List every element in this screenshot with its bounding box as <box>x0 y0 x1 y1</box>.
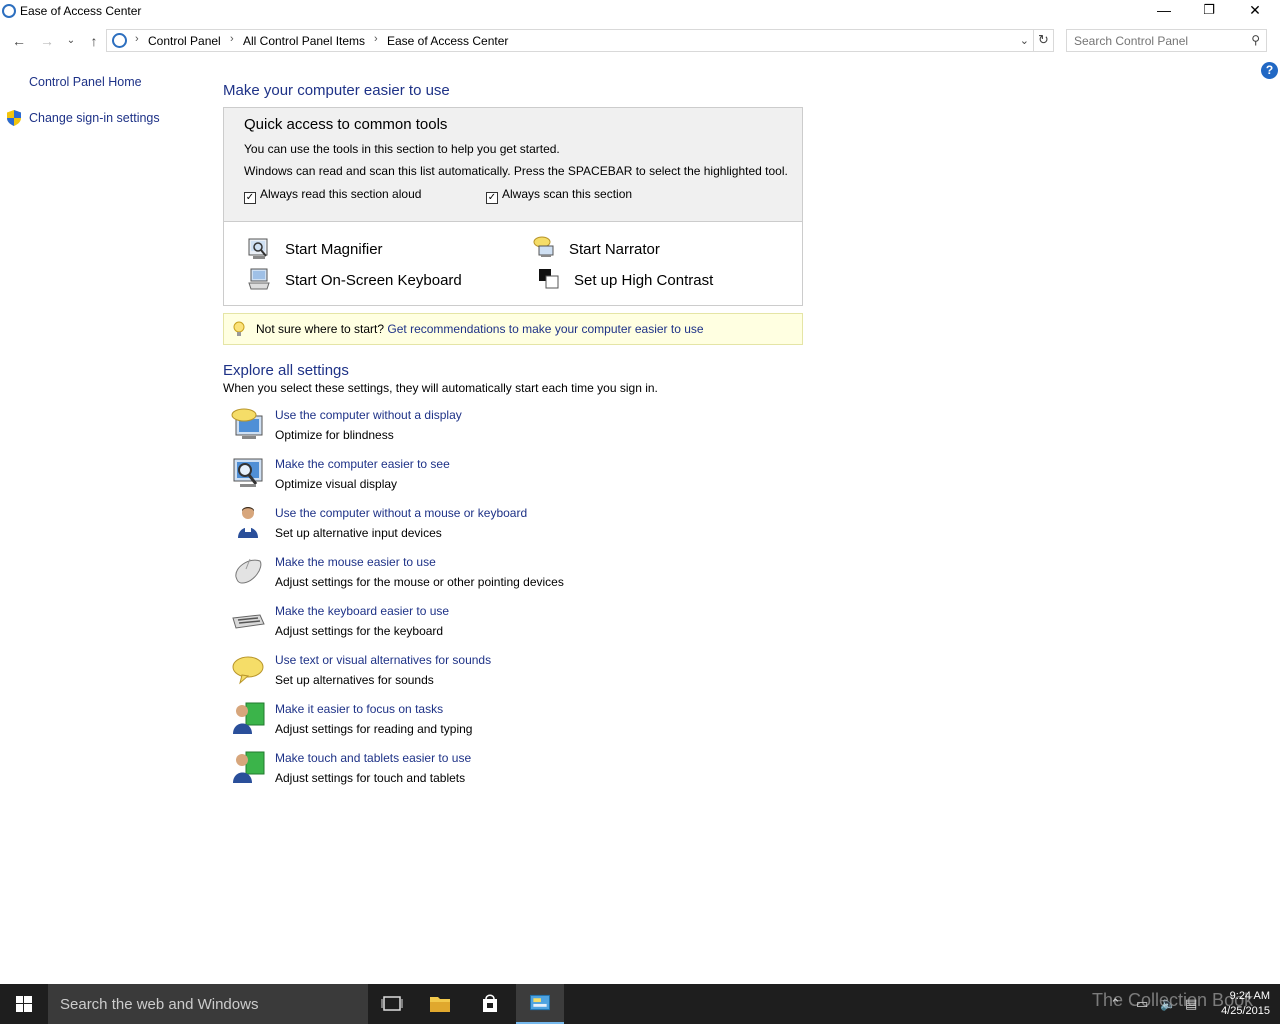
setting-mouse-easier: Make the mouse easier to use Adjust sett… <box>230 553 630 597</box>
setting-sound-alternatives: Use text or visual alternatives for soun… <box>230 651 630 695</box>
speech-bubble-icon[interactable] <box>230 651 266 687</box>
start-narrator-link[interactable]: Start Narrator <box>569 241 660 258</box>
setting-link[interactable]: Use the computer without a mouse or keyb… <box>275 506 527 520</box>
taskbar: Search the web and Windows ⌃ ▭ 🔈 ▤ The C… <box>0 984 1280 1024</box>
monitor-magnifier-icon[interactable] <box>230 455 266 491</box>
setting-without-mouse-keyboard: Use the computer without a mouse or keyb… <box>230 504 630 548</box>
person-tablet-icon[interactable] <box>230 749 266 785</box>
setting-description: Adjust settings for reading and typing <box>275 722 473 736</box>
back-arrow-icon[interactable]: ← <box>10 32 28 50</box>
taskbar-search-box[interactable]: Search the web and Windows <box>48 984 368 1024</box>
close-button[interactable]: ✕ <box>1232 0 1278 22</box>
narrator-icon[interactable] <box>533 236 555 258</box>
control-panel-taskbar-icon[interactable] <box>516 984 564 1024</box>
read-aloud-checkbox[interactable]: ✓ Always read this section aloud <box>244 187 421 204</box>
window-title: Ease of Access Center <box>20 4 142 18</box>
setting-description: Adjust settings for the mouse or other p… <box>275 575 564 589</box>
breadcrumb-separator-icon[interactable]: › <box>135 33 139 45</box>
get-recommendations-link[interactable]: Get recommendations to make your compute… <box>387 322 703 336</box>
setting-link[interactable]: Make the mouse easier to use <box>275 555 436 569</box>
checkmark-icon[interactable]: ✓ <box>244 192 256 204</box>
control-panel-home-link[interactable]: Control Panel Home <box>29 75 142 89</box>
lightbulb-icon <box>233 321 245 336</box>
address-row: ← → ⌄ ↑ › Control Panel › All Control Pa… <box>0 28 1280 54</box>
breadcrumb-all-items[interactable]: All Control Panel Items <box>243 34 365 48</box>
ease-of-access-icon <box>2 4 16 18</box>
start-on-screen-keyboard-link[interactable]: Start On-Screen Keyboard <box>285 272 462 289</box>
search-icon[interactable]: ⚲ <box>1251 33 1260 47</box>
control-panel-icon <box>112 33 127 48</box>
clock-date: 4/25/2015 <box>1221 1005 1270 1017</box>
setting-keyboard-easier: Make the keyboard easier to use Adjust s… <box>230 602 630 646</box>
forward-arrow-icon[interactable]: → <box>38 32 56 50</box>
setting-description: Adjust settings for the keyboard <box>275 624 444 638</box>
setting-description: Adjust settings for touch and tablets <box>275 771 466 785</box>
explore-settings-heading: Explore all settings <box>223 362 349 379</box>
minimize-button[interactable]: — <box>1141 0 1187 22</box>
tip-text: Not sure where to start? Get recommendat… <box>256 322 704 336</box>
breadcrumb-control-panel[interactable]: Control Panel <box>148 34 221 48</box>
monitor-speech-icon[interactable] <box>230 406 266 442</box>
checkmark-icon[interactable]: ✓ <box>486 192 498 204</box>
task-view-icon[interactable] <box>368 984 416 1024</box>
scan-section-checkbox[interactable]: ✓ Always scan this section <box>486 187 632 204</box>
up-arrow-icon[interactable]: ↑ <box>85 32 103 50</box>
help-icon[interactable]: ? <box>1261 62 1278 79</box>
setting-link[interactable]: Make the keyboard easier to use <box>275 604 449 618</box>
setting-description: Optimize for blindness <box>275 428 394 442</box>
breadcrumb-separator-icon[interactable]: › <box>230 33 234 45</box>
store-icon[interactable] <box>466 984 514 1024</box>
setting-focus-tasks: Make it easier to focus on tasks Adjust … <box>230 700 630 744</box>
set-up-high-contrast-link[interactable]: Set up High Contrast <box>574 272 713 289</box>
setting-touch-tablets: Make touch and tablets easier to use Adj… <box>230 749 630 793</box>
quick-access-intro: You can use the tools in this section to… <box>244 142 560 156</box>
recommendation-tip-bar: Not sure where to start? Get recommendat… <box>223 313 803 345</box>
setting-link[interactable]: Use text or visual alternatives for soun… <box>275 653 491 667</box>
magnifier-icon[interactable] <box>248 238 270 260</box>
setting-without-display: Use the computer without a display Optim… <box>230 406 630 450</box>
mouse-icon[interactable] <box>230 553 266 589</box>
setting-description: Set up alternatives for sounds <box>275 673 434 687</box>
high-contrast-icon[interactable] <box>538 268 560 290</box>
quick-access-panel: Quick access to common tools You can use… <box>223 107 803 306</box>
breadcrumb-separator-icon[interactable]: › <box>374 33 378 45</box>
address-bar[interactable]: › Control Panel › All Control Panel Item… <box>106 29 1034 52</box>
recent-locations-chevron-icon[interactable]: ⌄ <box>62 32 80 50</box>
person-icon[interactable] <box>230 504 266 540</box>
change-sign-in-settings-link[interactable]: Change sign-in settings <box>29 111 160 125</box>
taskbar-clock[interactable]: 9:24 AM 4/25/2015 <box>1210 989 1270 1019</box>
title-bar: Ease of Access Center — ❐ ✕ <box>0 0 1280 23</box>
search-input[interactable] <box>1074 31 1244 51</box>
setting-link[interactable]: Make it easier to focus on tasks <box>275 702 443 716</box>
setting-description: Optimize visual display <box>275 477 398 491</box>
setting-link[interactable]: Make touch and tablets easier to use <box>275 751 471 765</box>
keyboard-icon[interactable] <box>230 602 266 638</box>
on-screen-keyboard-icon[interactable] <box>248 268 270 290</box>
explore-settings-subtitle: When you select these settings, they wil… <box>223 381 658 395</box>
search-box[interactable]: ⚲ <box>1066 29 1267 52</box>
address-dropdown-icon[interactable]: ⌄ <box>1020 34 1029 47</box>
maximize-button[interactable]: ❐ <box>1186 0 1232 22</box>
setting-description: Set up alternative input devices <box>275 526 442 540</box>
breadcrumb-ease-of-access[interactable]: Ease of Access Center <box>387 34 508 48</box>
person-screen-icon[interactable] <box>230 700 266 736</box>
file-explorer-icon[interactable] <box>416 984 464 1024</box>
start-magnifier-link[interactable]: Start Magnifier <box>285 241 383 258</box>
setting-easier-to-see: Make the computer easier to see Optimize… <box>230 455 630 499</box>
control-panel-window: Ease of Access Center — ❐ ✕ ← → ⌄ ↑ › Co… <box>0 0 1280 984</box>
setting-link[interactable]: Use the computer without a display <box>275 408 462 422</box>
setting-link[interactable]: Make the computer easier to see <box>275 457 450 471</box>
taskbar-search-text: Search the web and Windows <box>60 996 259 1013</box>
windows-start-icon[interactable] <box>0 984 48 1024</box>
uac-shield-icon <box>7 110 21 126</box>
quick-access-instructions: Windows can read and scan this list auto… <box>244 164 788 178</box>
page-title: Make your computer easier to use <box>223 82 450 99</box>
clock-time: 9:24 AM <box>1229 990 1270 1002</box>
refresh-icon[interactable]: ↻ <box>1034 29 1054 52</box>
quick-access-heading: Quick access to common tools <box>244 116 448 133</box>
quick-access-header: Quick access to common tools You can use… <box>224 108 802 222</box>
